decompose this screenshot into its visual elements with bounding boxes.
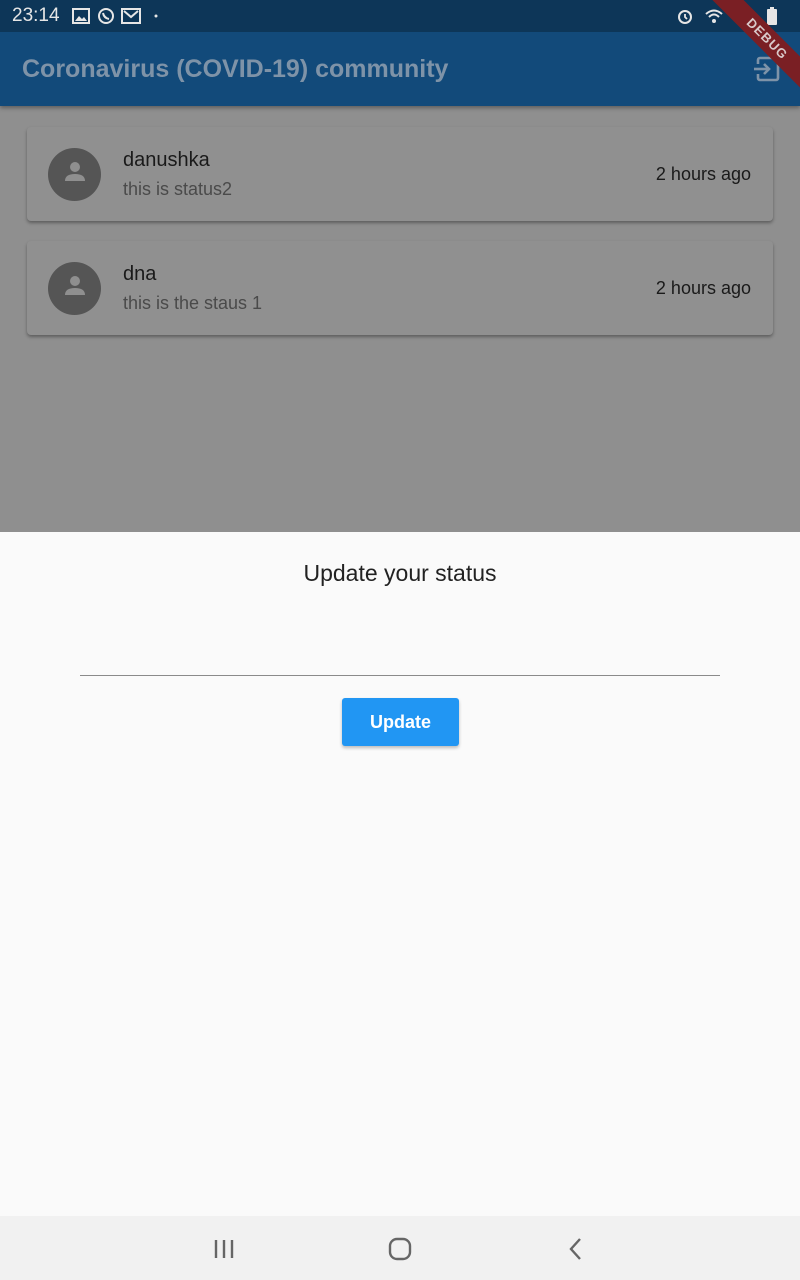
- avatar: [48, 262, 101, 315]
- user-status: this is the staus 1: [123, 293, 263, 313]
- gmail-icon: [120, 5, 142, 27]
- list-item[interactable]: danushka this is status2 2 hours ago: [27, 127, 773, 221]
- alarm-icon: [674, 5, 696, 27]
- user-name: dna: [123, 263, 157, 285]
- list-item[interactable]: dna this is the staus 1 2 hours ago: [27, 241, 773, 335]
- update-status-sheet: Update your status Update: [0, 532, 800, 1216]
- back-icon[interactable]: [561, 1234, 591, 1264]
- image-icon: [70, 5, 92, 27]
- feed-list: danushka this is status2 2 hours ago dna…: [0, 106, 800, 532]
- app-bar: Coronavirus (COVID-19) community: [0, 32, 800, 106]
- status-input[interactable]: [80, 632, 720, 676]
- recent-apps-icon[interactable]: [209, 1234, 239, 1264]
- sheet-title: Update your status: [303, 560, 497, 586]
- dot-icon: [145, 5, 167, 27]
- avatar: [48, 148, 101, 201]
- status-time: 23:14: [12, 5, 60, 26]
- timestamp: 2 hours ago: [655, 164, 751, 184]
- user-status: this is status2: [123, 179, 233, 199]
- whatsapp-icon: [95, 5, 117, 27]
- person-icon: [62, 273, 88, 304]
- update-button[interactable]: Update: [342, 698, 459, 746]
- status-bar: 23:14: [0, 0, 800, 32]
- timestamp: 2 hours ago: [655, 278, 751, 298]
- home-icon[interactable]: [385, 1234, 415, 1264]
- person-icon: [62, 159, 88, 190]
- user-name: danushka: [123, 149, 210, 171]
- page-title: Coronavirus (COVID-19) community: [22, 54, 449, 83]
- navigation-bar: [0, 1216, 800, 1280]
